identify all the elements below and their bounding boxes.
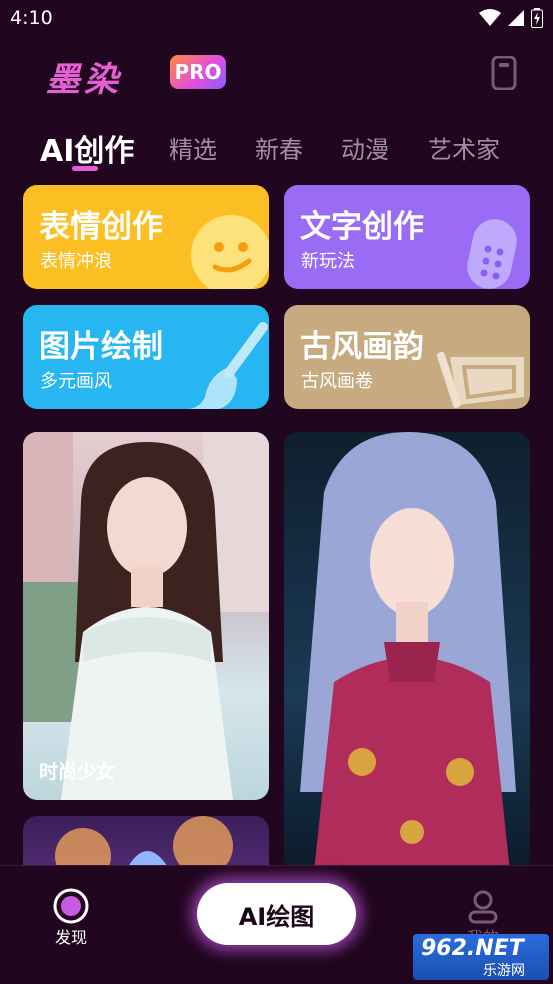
profile-icon	[468, 890, 498, 924]
status-icons	[479, 8, 543, 28]
tab-new-year[interactable]: 新春	[255, 130, 303, 165]
gallery-card-cheongsam-girl[interactable]	[284, 432, 530, 872]
tab-indicator	[72, 166, 98, 171]
gallery-card-fashion-girl[interactable]: 时尚少女	[23, 432, 269, 800]
signal-icon	[508, 10, 524, 26]
watermark-brand: 962.NET	[421, 936, 524, 961]
card-subtitle: 多元画风	[40, 371, 112, 392]
card-subtitle: 表情冲浪	[40, 251, 112, 272]
app-logo: 墨染	[46, 60, 122, 100]
tab-ai-create[interactable]: AI创作	[40, 126, 134, 170]
card-subtitle: 古风画卷	[301, 371, 373, 392]
portrait-image	[23, 432, 269, 800]
portrait-image	[300, 432, 516, 872]
card-image-draw[interactable]: 图片绘制 多元画风	[23, 305, 269, 409]
status-bar: 4:10	[0, 0, 553, 38]
card-title: 古风画韵	[300, 329, 424, 365]
card-text-create[interactable]: 文字创作 新玩法	[284, 185, 530, 289]
scroll-icon	[436, 351, 524, 408]
card-title: 表情创作	[39, 209, 163, 245]
status-time: 4:10	[10, 7, 53, 29]
brush-icon	[187, 322, 268, 409]
wifi-icon	[479, 9, 501, 26]
microphone-icon	[467, 219, 517, 289]
battery-icon	[531, 8, 543, 28]
tab-anime[interactable]: 动漫	[341, 130, 389, 165]
tab-artist[interactable]: 艺术家	[428, 130, 500, 165]
card-title: 图片绘制	[39, 329, 163, 365]
card-title: 文字创作	[300, 209, 424, 245]
ai-draw-button[interactable]: AI绘图	[197, 883, 356, 945]
app-header: 墨染 PRO	[0, 48, 553, 100]
discover-icon	[53, 888, 89, 924]
smiley-icon	[191, 215, 269, 289]
nav-discover-label: 发现	[54, 928, 87, 947]
pro-badge[interactable]: PRO	[170, 55, 226, 89]
card-emoji-create[interactable]: 表情创作 表情冲浪	[23, 185, 269, 289]
phone-icon[interactable]	[490, 56, 518, 90]
gallery-label: 时尚少女	[39, 761, 116, 783]
card-ancient-style[interactable]: 古风画韵 古风画卷	[284, 305, 530, 409]
watermark-sub: 乐游网	[483, 963, 525, 979]
tab-featured[interactable]: 精选	[169, 130, 217, 165]
category-tabs: AI创作 精选 新春 动漫 艺术家	[0, 122, 553, 172]
watermark-logo: 962.NET 乐游网	[413, 934, 549, 980]
nav-discover[interactable]: 发现	[52, 888, 90, 948]
card-subtitle: 新玩法	[301, 251, 355, 272]
